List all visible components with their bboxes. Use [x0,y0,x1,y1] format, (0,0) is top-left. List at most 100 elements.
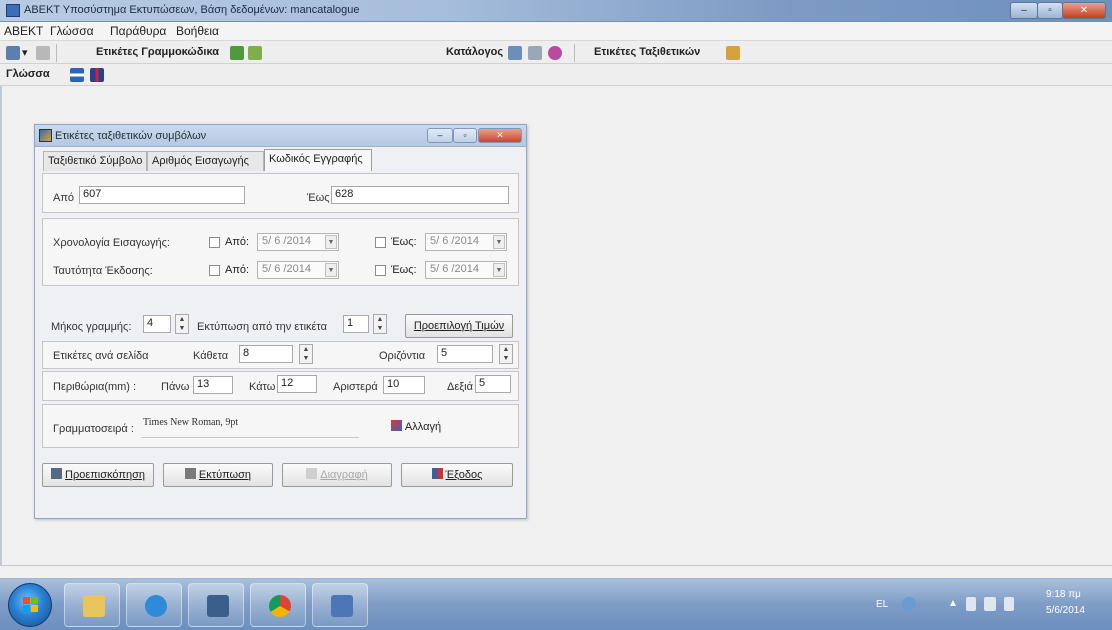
taskbar-media[interactable] [188,583,244,627]
greek-flag-icon[interactable] [70,68,84,82]
print-from-label: Εκτύπωση από την ετικέτα [197,321,327,333]
margin-left-input[interactable]: 10 [383,376,425,394]
margin-bottom-label: Κάτω [249,381,276,393]
identity-to-date[interactable]: 5/ 6 /2014 ▼ [425,261,507,279]
barcode-labels-edit-icon[interactable] [248,46,262,60]
range-panel: Από 607 Έως 628 [42,173,519,213]
action-center-icon[interactable] [966,597,976,611]
print-from-spinner[interactable]: ▲ ▼ [373,314,387,334]
identity-to-checkbox[interactable] [375,265,386,276]
printer-icon [184,468,196,479]
dropdown-arrow-icon[interactable]: ▾ [22,46,28,59]
maximize-button[interactable]: ▫ [1037,2,1063,19]
language-indicator[interactable]: EL [876,599,888,610]
chronology-to-date-text: 5/ 6 /2014 [430,235,479,247]
dropdown-arrow-icon[interactable]: ▼ [325,235,337,249]
vertical-input[interactable]: 8 [239,345,293,363]
chronology-to-date[interactable]: 5/ 6 /2014 ▼ [425,233,507,251]
menu-help[interactable]: Βοήθεια [176,24,219,38]
identity-from-checkbox[interactable] [209,265,220,276]
exit-label: Έξοδος [445,469,483,481]
barcode-labels-label: Ετικέτες Γραμμοκώδικα [96,46,219,58]
margins-label: Περιθώρια(mm) : [53,381,137,393]
catalog-refresh-icon[interactable] [508,46,522,60]
uk-flag-icon[interactable] [90,68,104,82]
chronology-from-checkbox[interactable] [209,237,220,248]
clock-time[interactable]: 9:18 πμ [1046,589,1081,600]
chronology-to-checkbox[interactable] [375,237,386,248]
taskbar-explorer[interactable] [64,583,120,627]
chronology-from-date[interactable]: 5/ 6 /2014 ▼ [257,233,339,251]
exit-button[interactable]: Έξοδος [401,463,513,487]
menu-windows[interactable]: Παράθυρα [110,24,166,38]
margin-bottom-input[interactable]: 12 [277,375,317,393]
change-font-label: Αλλαγή [404,421,442,433]
menu-language[interactable]: Γλώσσα [50,24,94,38]
dialog-title: Ετικέτες ταξιθετικών συμβόλων [55,130,207,142]
horizontal-label: Οριζόντια [379,350,426,362]
change-font-button[interactable]: Αλλαγή [379,415,453,439]
taskbar-internet-explorer[interactable] [126,583,182,627]
dropdown-arrow-icon[interactable]: ▼ [493,263,505,277]
media-player-icon [207,595,229,617]
margin-left-label: Αριστερά [333,381,378,393]
language-toolbar: Γλώσσα [0,64,1112,86]
tab-shelf-symbol[interactable]: Ταξιθετικό Σύμβολο [43,151,147,171]
preview-button[interactable]: Προεπισκόπηση [42,463,154,487]
default-values-label: Προεπιλογή Τιμών [413,320,505,332]
identity-from-date-text: 5/ 6 /2014 [262,263,311,275]
identity-from-date[interactable]: 5/ 6 /2014 ▼ [257,261,339,279]
margin-top-input[interactable]: 13 [193,376,233,394]
shelf-labels-label: Ετικέτες Ταξιθετικών [594,46,701,58]
catalog-globe-icon[interactable] [548,46,562,60]
shelf-labels-icon[interactable] [726,46,740,60]
catalog-settings-icon[interactable] [528,46,542,60]
horizontal-input[interactable]: 5 [437,345,493,363]
dialog-minimize-button[interactable]: – [427,128,453,143]
printer-icon[interactable] [36,46,50,60]
delete-icon [306,468,318,479]
window-border [0,86,2,566]
clock-date[interactable]: 5/6/2014 [1046,605,1085,616]
users-icon[interactable] [6,46,20,60]
language-label: Γλώσσα [6,68,50,80]
taskbar-abekt[interactable] [312,583,368,627]
taskbar-chrome[interactable] [250,583,306,627]
tab-record-code[interactable]: Κωδικός Εγγραφής [264,149,372,171]
margin-right-label: Δεξιά [447,381,473,393]
horizontal-spinner[interactable]: ▲ ▼ [499,344,513,364]
chronology-from-date-text: 5/ 6 /2014 [262,235,311,247]
close-button[interactable]: ✕ [1062,2,1106,19]
start-button[interactable] [8,583,52,627]
labels-per-page-panel: Ετικέτες ανά σελίδα Κάθετα 8 ▲ ▼ Οριζόντι… [42,341,519,369]
windows-logo-icon [23,597,39,613]
dropdown-arrow-icon[interactable]: ▼ [325,263,337,277]
taskbar: EL ▲ 9:18 πμ 5/6/2014 [0,578,1112,630]
margin-right-input[interactable]: 5 [475,375,511,393]
dropdown-arrow-icon[interactable]: ▼ [493,235,505,249]
show-hidden-icons-icon[interactable]: ▲ [948,598,958,609]
range-to-input[interactable]: 628 [331,186,509,204]
default-values-button[interactable]: Προεπιλογή Τιμών [405,314,513,338]
minimize-button[interactable]: – [1010,2,1038,19]
range-from-input[interactable]: 607 [79,186,245,204]
dialog-icon [39,129,52,142]
vertical-spinner[interactable]: ▲ ▼ [299,344,313,364]
print-button[interactable]: Εκτύπωση [163,463,273,487]
volume-icon[interactable] [1004,597,1014,611]
tab-accession-number[interactable]: Αριθμός Εισαγωγής [147,151,264,171]
chrome-icon [269,595,291,617]
help-icon[interactable] [902,597,916,611]
line-length-input[interactable]: 4 [143,315,171,333]
line-length-spinner[interactable]: ▲ ▼ [175,314,189,334]
dialog-close-button[interactable]: ✕ [478,128,522,143]
network-icon[interactable] [984,597,996,611]
catalog-label: Κατάλογος [446,46,504,58]
menu-abekt[interactable]: ΑΒΕΚΤ [4,24,43,38]
delete-button[interactable]: Διαγραφή [282,463,392,487]
print-label: Εκτύπωση [198,469,252,481]
dialog-maximize-button[interactable]: ▫ [453,128,477,143]
barcode-labels-icon[interactable] [230,46,244,60]
print-from-input[interactable]: 1 [343,315,369,333]
dates-panel: Χρονολογία Εισαγωγής: Από: 5/ 6 /2014 ▼ Έ… [42,218,519,286]
